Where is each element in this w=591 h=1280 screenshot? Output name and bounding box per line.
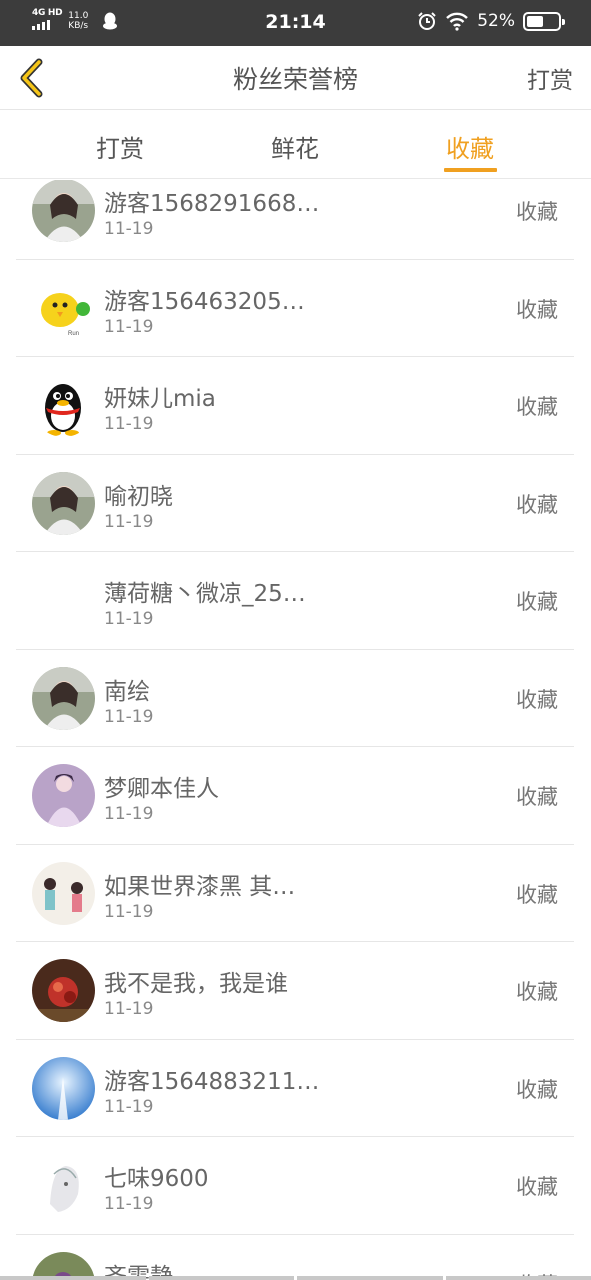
tab-favorites[interactable]: 收藏	[415, 129, 525, 164]
bottom-scroll-indicator	[0, 1276, 591, 1280]
tab-reward[interactable]: 打赏	[65, 129, 175, 164]
favorite-label: 收藏	[516, 882, 558, 907]
user-name: 如果世界漆黑 其…	[104, 873, 296, 900]
reward-button[interactable]: 打赏	[527, 61, 573, 95]
favorite-label: 收藏	[516, 297, 558, 322]
favorite-date: 11-19	[104, 511, 154, 532]
favorite-date: 11-19	[104, 901, 154, 922]
tab-flowers[interactable]: 鲜花	[240, 129, 350, 164]
wifi-icon	[446, 12, 469, 31]
active-tab-indicator	[444, 168, 497, 172]
favorite-label: 收藏	[516, 785, 558, 809]
avatar[interactable]	[32, 471, 95, 535]
favorite-date: 11-19	[104, 1096, 154, 1117]
user-name: 游客1564883211…	[104, 1068, 320, 1095]
avatar[interactable]	[32, 180, 95, 242]
favorite-label: 收藏	[516, 1077, 558, 1102]
user-name: 梦卿本佳人	[104, 776, 219, 802]
avatar[interactable]	[32, 1056, 95, 1120]
battery-fill	[527, 15, 543, 27]
avatar[interactable]	[32, 666, 95, 730]
list-item[interactable]: 如果世界漆黑 其… 11-19 收藏	[16, 845, 574, 942]
favorite-date: 11-19	[104, 999, 154, 1019]
favorite-label: 收藏	[516, 980, 558, 1004]
user-name: 游客1568291668…	[104, 191, 320, 217]
user-name: 薄荷糖丶微凉_25…	[104, 581, 306, 607]
user-name: 七味9600	[104, 1166, 209, 1192]
battery-icon	[523, 11, 565, 31]
favorite-date: 11-19	[104, 1194, 154, 1214]
list-item[interactable]: Run 游客156463205… 11-19 收藏	[16, 260, 574, 357]
user-name: 南绘	[104, 678, 150, 705]
avatar[interactable]	[32, 1154, 95, 1217]
user-name: 游客156463205…	[104, 288, 305, 315]
favorite-label: 收藏	[516, 200, 558, 224]
list-item[interactable]: 七味9600 11-19 收藏	[16, 1137, 574, 1235]
status-right: 52%	[417, 11, 565, 31]
favorite-date: 11-19	[104, 316, 154, 337]
favorite-date: 11-19	[104, 609, 154, 629]
favorite-label: 收藏	[516, 590, 558, 614]
avatar[interactable]	[32, 374, 95, 437]
tab-bar: 打赏 鲜花 收藏	[0, 111, 591, 179]
favorite-date: 11-19	[104, 706, 154, 727]
avatar[interactable]	[32, 959, 95, 1022]
favorite-date: 11-19	[104, 414, 154, 434]
favorite-label: 收藏	[516, 687, 558, 712]
battery-percentage: 52%	[477, 11, 515, 31]
list-item[interactable]: 游客1568291668… 11-19 收藏	[16, 180, 574, 260]
list-item[interactable]: 齐雯静11-19收藏	[16, 1235, 574, 1280]
list-item[interactable]: 梦卿本佳人 11-19 收藏	[16, 747, 574, 845]
avatar[interactable]: Run	[32, 276, 95, 340]
avatar[interactable]	[32, 569, 95, 632]
avatar[interactable]	[32, 861, 95, 925]
list-item[interactable]: 喻初晓 11-19 收藏	[16, 455, 574, 552]
nav-bar: 粉丝荣誉榜 打赏	[0, 46, 591, 110]
page-title: 粉丝荣誉榜	[232, 65, 358, 94]
user-name: 喻初晓	[104, 483, 173, 510]
list-item[interactable]: 南绘 11-19 收藏	[16, 650, 574, 747]
list-item[interactable]: 薄荷糖丶微凉_25… 11-19 收藏	[16, 552, 574, 650]
favorite-date: 11-19	[104, 219, 154, 239]
svg-text:Run: Run	[68, 331, 79, 337]
favorite-date: 11-19	[104, 804, 154, 824]
favorite-label: 收藏	[516, 492, 558, 517]
list-item[interactable]: 妍妹儿mia 11-19 收藏	[16, 357, 574, 455]
status-bar: 4G HD 11.0 KB/s 21:14 52%	[0, 0, 591, 46]
list-item[interactable]: 游客1564883211… 11-19 收藏	[16, 1040, 574, 1137]
list-item[interactable]: 我不是我，我是谁 11-19 收藏	[16, 942, 574, 1040]
favorite-label: 收藏	[516, 395, 558, 419]
alarm-icon	[418, 12, 436, 30]
user-name: 妍妹儿mia	[104, 386, 216, 412]
fan-list: 游客1568291668… 11-19 收藏 Run 游客156463205… 11-19…	[0, 180, 591, 1280]
user-name: 我不是我，我是谁	[104, 971, 288, 997]
avatar[interactable]	[32, 764, 95, 827]
favorite-label: 收藏	[516, 1175, 558, 1199]
